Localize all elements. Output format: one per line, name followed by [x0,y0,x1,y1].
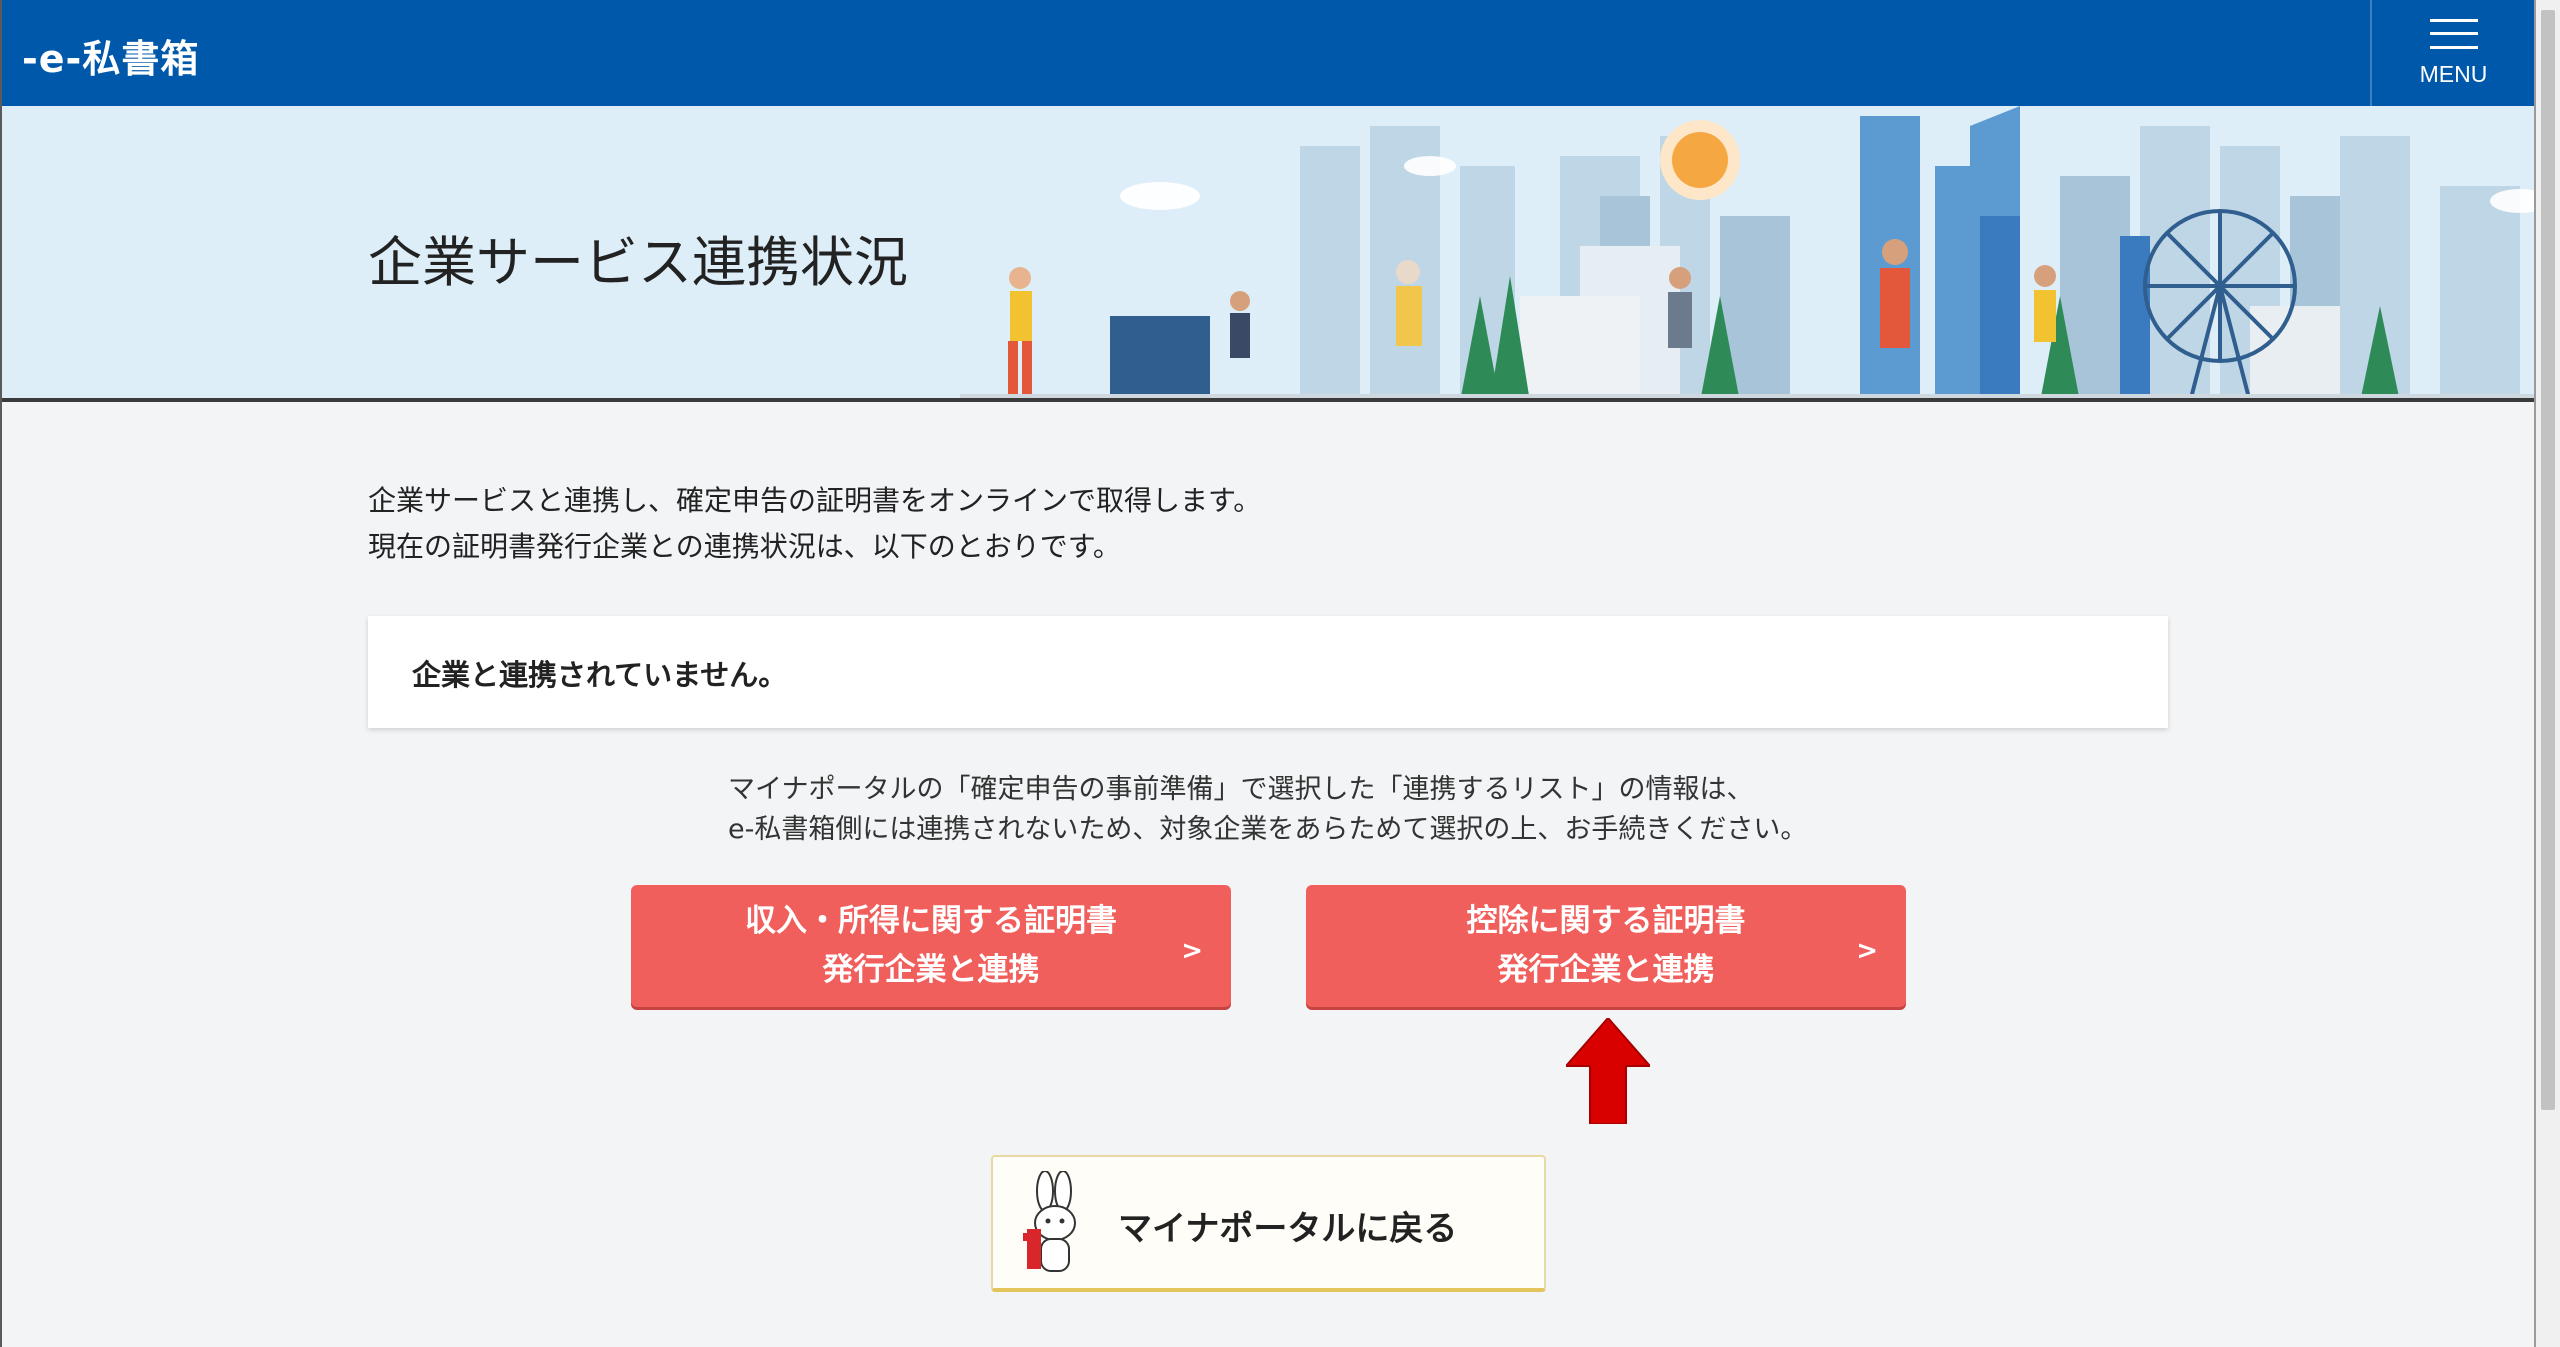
scrollbar-thumb[interactable] [2541,10,2555,1110]
menu-label: MENU [2419,60,2488,87]
intro-line-1: 企業サービスと連携し、確定申告の証明書をオンラインで取得します。 [368,484,1262,517]
link-status-message: 企業と連携されていません。 [412,658,788,692]
intro-line-2: 現在の証明書発行企業との連携状況は、以下のとおりです。 [368,530,1121,563]
cityscape-illustration [960,106,2535,398]
page-title: 企業サービス連携状況 [368,231,908,294]
window-border-left [0,0,2,1347]
up-arrow-indicator-icon [1566,1018,1650,1124]
window-border-right [2534,0,2536,1347]
link-status-panel: 企業と連携されていません。 [368,616,2168,728]
deduction-button-line-2: 発行企業と連携 [1497,952,1715,988]
site-header: -e-私書箱 MENU [0,0,2535,106]
link-income-certificate-button[interactable]: 収入・所得に関する証明書 発行企業と連携 > [631,885,1231,1007]
deduction-button-line-1: 控除に関する証明書 [1466,903,1746,939]
intro-text: 企業サービスと連携し、確定申告の証明書をオンラインで取得します。 現在の証明書発… [368,478,1261,570]
mascot-rabbit-icon [1023,1171,1076,1272]
notice-text: マイナポータルの「確定申告の事前準備」で選択した「連携するリスト」の情報は、 e… [728,770,1807,850]
income-button-line-2: 発行企業と連携 [822,952,1040,988]
chevron-right-icon: > [1181,936,1203,966]
page-hero: 企業サービス連携状況 [0,106,2535,402]
page-scrollbar[interactable] [2536,0,2560,1347]
chevron-right-icon: > [1856,936,1878,966]
notice-line-2: e-私書箱側には連携されないため、対象企業をあらためて選択の上、お手続きください… [728,814,1808,845]
back-to-mynaportal-button[interactable]: マイナポータルに戻る [991,1155,1546,1292]
menu-button[interactable]: MENU [2370,0,2535,106]
link-deduction-certificate-button[interactable]: 控除に関する証明書 発行企業と連携 > [1306,885,1906,1007]
income-button-line-1: 収入・所得に関する証明書 [745,903,1117,939]
hamburger-icon [2429,18,2478,49]
back-button-label: マイナポータルに戻る [1118,1209,1458,1249]
site-logo[interactable]: -e-私書箱 [22,28,199,83]
notice-line-1: マイナポータルの「確定申告の事前準備」で選択した「連携するリスト」の情報は、 [728,774,1754,805]
